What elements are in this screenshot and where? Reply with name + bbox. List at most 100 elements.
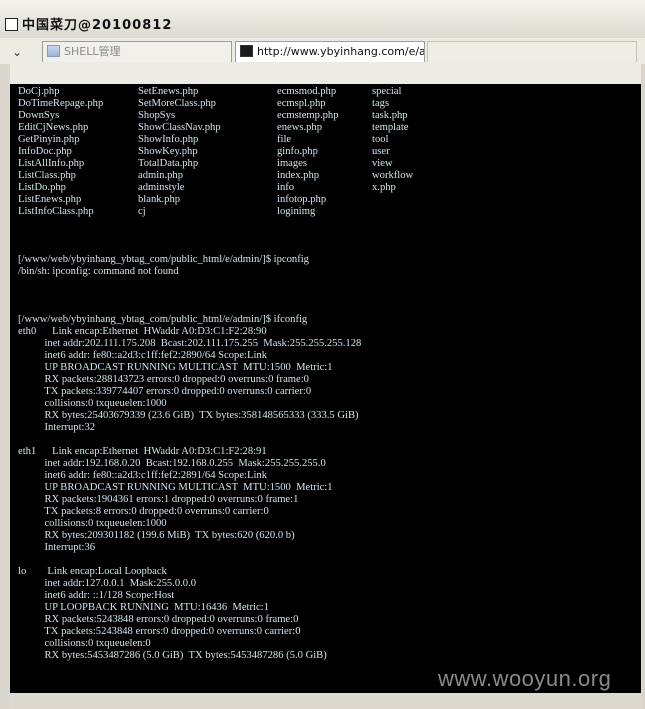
window-frame-left (0, 64, 10, 709)
file-listing-row: ListEnews.php blank.php infotop.php (18, 194, 452, 206)
terminal-line: eth1 Link encap:Ethernet HWaddr A0:D3:C1… (18, 446, 267, 457)
terminal-output[interactable]: DoCj.php SetEnews.php ecmsmod.php special Do… (10, 84, 641, 693)
terminal-text: DoCj.php SetEnews.php ecmsmod.php special Do… (18, 86, 452, 693)
terminal-line: eth0 Link encap:Ethernet HWaddr A0:D3:C1… (18, 326, 267, 337)
terminal-line: inet6 addr: fe80::a2d3:c1ff:fef2:2890/64… (18, 350, 267, 361)
file-listing-row: InfoDoc.php ShowKey.php ginfo.php user (18, 146, 452, 158)
file-entry: DoCj.php (18, 86, 60, 97)
terminal-line: collisions:0 txqueuelen:1000 (18, 518, 167, 529)
file-entry: DoTimeRepage.php (18, 98, 104, 109)
terminal-line: TX packets:5243848 errors:0 dropped:0 ov… (18, 626, 301, 637)
terminal-line: collisions:0 txqueuelen:0 (18, 638, 151, 649)
terminal-line: inet addr:192.168.0.20 Bcast:192.168.0.2… (18, 458, 326, 469)
terminal-line: RX packets:5243848 errors:0 dropped:0 ov… (18, 614, 299, 625)
shell-manager-icon (47, 45, 60, 57)
file-entry: ecmsmod.php (277, 86, 337, 97)
terminal-line: collisions:0 txqueuelen:1000 (18, 398, 167, 409)
file-entry: ShopSys (138, 110, 176, 121)
terminal-line: [/www/web/ybyinhang_ybtag_com/public_htm… (18, 254, 309, 265)
file-entry: admin.php (138, 170, 184, 181)
tab-label: SHELL管理 (64, 45, 121, 58)
file-entry: SetMoreClass.php (138, 98, 216, 109)
file-entry: ShowInfo.php (138, 134, 199, 145)
file-listing-row: DoTimeRepage.php SetMoreClass.php ecmspl.p… (18, 98, 452, 110)
terminal-line: UP LOOPBACK RUNNING MTU:16436 Metric:1 (18, 602, 269, 613)
terminal-line: lo Link encap:Local Loopback (18, 566, 167, 577)
file-entry: workflow (372, 170, 414, 181)
status-bar (10, 693, 641, 709)
file-listing-row: ListDo.php adminstyle info x.php (18, 182, 452, 194)
file-entry: ecmstemp.php (277, 110, 339, 121)
file-entry: user (372, 146, 390, 157)
terminal-line: RX packets:1904361 errors:1 dropped:0 ov… (18, 494, 299, 505)
terminal-line: /bin/sh: ipconfig: command not found (18, 266, 179, 277)
file-entry: ListEnews.php (18, 194, 82, 205)
tab-strip-empty (427, 41, 637, 62)
file-entry: index.php (277, 170, 320, 181)
file-entry: blank.php (138, 194, 181, 205)
tab-label: http://www.ybyinhang.com/e/a... (257, 45, 425, 58)
terminal-line: RX bytes:209301182 (199.6 MiB) TX bytes:… (18, 530, 295, 541)
terminal-line: inet addr:202.111.175.208 Bcast:202.111.… (18, 338, 362, 349)
file-entry: enews.php (277, 122, 323, 133)
chevron-down-icon[interactable]: ⌄ (6, 43, 28, 61)
file-listing-row: DoCj.php SetEnews.php ecmsmod.php special (18, 86, 452, 98)
file-entry: view (372, 158, 393, 169)
file-entry: template (372, 122, 409, 133)
watermark-text: www.wooyun.org (438, 666, 612, 691)
window-frame-right (641, 64, 645, 709)
terminal-line: UP BROADCAST RUNNING MULTICAST MTU:1500 … (18, 362, 333, 373)
terminal-line: inet6 addr: ::1/128 Scope:Host (18, 590, 175, 601)
terminal-line: RX packets:288143723 errors:0 dropped:0 … (18, 374, 309, 385)
file-entry: ListClass.php (18, 170, 76, 181)
terminal-line: UP BROADCAST RUNNING MULTICAST MTU:1500 … (18, 482, 333, 493)
file-entry: special (372, 86, 402, 97)
file-entry: infotop.php (277, 194, 327, 205)
file-entry: file (277, 134, 292, 145)
file-entry: tool (372, 134, 389, 145)
terminal-line: inet6 addr: fe80::a2d3:c1ff:fef2:2891/64… (18, 470, 267, 481)
file-entry: ShowClassNav.php (138, 122, 221, 133)
file-entry: TotalData.php (138, 158, 199, 169)
window-icon[interactable] (5, 18, 18, 31)
file-listing-row: GetPinyin.php ShowInfo.php file tool (18, 134, 452, 146)
file-entry: x.php (372, 182, 396, 193)
file-entry: GetPinyin.php (18, 134, 80, 145)
file-listing-row: EditCjNews.php ShowClassNav.php enews.php t… (18, 122, 452, 134)
file-entry: ListInfoClass.php (18, 206, 94, 217)
terminal-line: Interrupt:32 (18, 422, 96, 433)
file-entry: InfoDoc.php (18, 146, 72, 157)
file-entry: cj (138, 206, 146, 217)
tab-shell-manager[interactable]: SHELL管理 (42, 41, 232, 62)
terminal-line: Interrupt:36 (18, 542, 96, 553)
file-entry: ListAllInfo.php (18, 158, 85, 169)
terminal-line: [/www/web/ybyinhang_ybtag_com/public_htm… (18, 314, 308, 325)
window-titlebar: 中国菜刀@20100812 (0, 0, 645, 39)
file-entry: images (277, 158, 308, 169)
terminal-line: TX packets:8 errors:0 dropped:0 overruns… (18, 506, 269, 517)
file-entry: info (277, 182, 295, 193)
tab-terminal[interactable]: http://www.ybyinhang.com/e/a... (235, 41, 425, 62)
file-entry: EditCjNews.php (18, 122, 89, 133)
terminal-line: RX bytes:5453487286 (5.0 GiB) TX bytes:5… (18, 650, 327, 661)
file-entry: loginimg (277, 206, 316, 217)
file-listing-row: ListAllInfo.php TotalData.php images view (18, 158, 452, 170)
file-entry: ListDo.php (18, 182, 66, 193)
file-entry: SetEnews.php (138, 86, 199, 97)
file-entry: task.php (372, 110, 408, 121)
window-title: 中国菜刀@20100812 (22, 18, 173, 33)
file-entry: adminstyle (138, 182, 185, 193)
terminal-line: TX packets:339774407 errors:0 dropped:0 … (18, 386, 312, 397)
file-entry: ginfo.php (277, 146, 318, 157)
file-entry: DownSys (18, 110, 60, 121)
